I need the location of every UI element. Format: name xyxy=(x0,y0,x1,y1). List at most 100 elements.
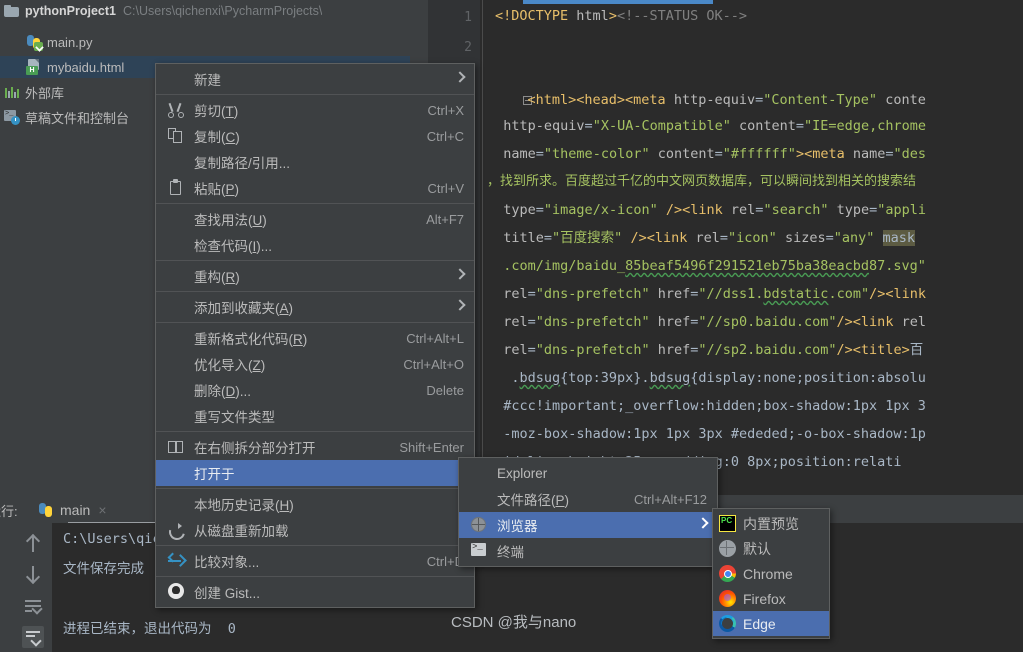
terminal-icon xyxy=(471,542,486,556)
context-menu[interactable]: 新建 剪切(T) Ctrl+X 复制(C) Ctrl+C 复制路径/引用... … xyxy=(155,63,475,608)
run-console-toolbar xyxy=(14,523,53,652)
github-icon xyxy=(168,583,184,599)
menu-item-create-gist[interactable]: 创建 Gist... xyxy=(156,579,474,605)
submenu-item-browser[interactable]: 浏览器 xyxy=(459,512,717,538)
submenu-item-file-path[interactable]: 文件路径(P) Ctrl+Alt+F12 xyxy=(459,486,717,512)
browser-item-firefox[interactable]: Firefox xyxy=(713,586,829,611)
submenu-open-in[interactable]: Explorer 文件路径(P) Ctrl+Alt+F12 浏览器 终端 xyxy=(458,457,718,567)
code-line: -moz-box-shadow:1px 1px 3px #ededed;-o-b… xyxy=(487,426,926,442)
menu-separator xyxy=(156,322,474,323)
edge-icon xyxy=(718,614,737,633)
menu-item-label: Edge xyxy=(743,615,776,632)
scroll-to-end-button[interactable] xyxy=(22,626,44,648)
menu-item-compare-with[interactable]: 比较对象... Ctrl+D xyxy=(156,548,474,574)
split-editor-icon xyxy=(168,439,184,455)
menu-item-label: 默认 xyxy=(743,540,771,557)
menu-item-label: Chrome xyxy=(743,565,793,582)
browser-item-builtin-preview[interactable]: 内置预览 xyxy=(713,511,829,536)
scroll-down-button[interactable] xyxy=(22,563,44,585)
menu-item-label: 比较对象... xyxy=(194,555,260,570)
menu-item-local-history[interactable]: 本地历史记录(H) xyxy=(156,491,474,517)
tree-item-label: main.py xyxy=(47,34,93,50)
menu-item-label: 重写文件类型 xyxy=(194,410,275,425)
menu-item-copy-path-reference[interactable]: 复制路径/引用... xyxy=(156,149,474,175)
menu-item-optimize-imports[interactable]: 优化导入(Z) Ctrl+Alt+O xyxy=(156,351,474,377)
menu-item-shortcut: Ctrl+Alt+O xyxy=(403,356,464,372)
menu-item-cut[interactable]: 剪切(T) Ctrl+X xyxy=(156,97,474,123)
menu-item-shortcut: Ctrl+C xyxy=(426,128,464,144)
chrome-icon xyxy=(719,565,736,582)
code-line: #ccc!important;_overflow:hidden;box-shad… xyxy=(487,398,926,414)
menu-item-override-file-type[interactable]: 重写文件类型 xyxy=(156,403,474,429)
menu-item-label: 创建 Gist... xyxy=(194,586,261,601)
menu-item-label: 添加到收藏夹(A) xyxy=(194,301,294,316)
firefox-icon xyxy=(719,590,736,607)
menu-item-copy[interactable]: 复制(C) Ctrl+C xyxy=(156,123,474,149)
menu-item-label: 删除(D)... xyxy=(194,384,252,399)
menu-item-reformat-code[interactable]: 重新格式化代码(R) Ctrl+Alt+L xyxy=(156,325,474,351)
menu-item-find-usages[interactable]: 查找用法(U) Alt+F7 xyxy=(156,206,474,232)
menu-item-new[interactable]: 新建 xyxy=(156,66,474,92)
code-line: ，找到所求。百度超过千亿的中文网页数据库，可以瞬间找到相关的搜索结 xyxy=(487,174,917,189)
tree-item-label: 草稿文件和控制台 xyxy=(25,110,130,126)
menu-item-label: 复制路径/引用... xyxy=(194,156,291,171)
menu-item-shortcut: Alt+F7 xyxy=(426,211,464,227)
menu-item-label: 重构(R) xyxy=(194,270,240,285)
folder-icon xyxy=(4,5,19,17)
compare-icon xyxy=(167,552,187,569)
browser-item-default[interactable]: 默认 xyxy=(713,536,829,561)
external-libraries-icon xyxy=(4,84,20,100)
menu-item-shortcut: Shift+Enter xyxy=(399,439,464,455)
browser-item-chrome[interactable]: Chrome xyxy=(713,561,829,586)
menu-item-label: Explorer xyxy=(497,465,548,481)
menu-item-shortcut: Delete xyxy=(426,382,464,398)
python-icon xyxy=(38,502,54,518)
code-line: type="image/x-icon" /><link rel="search"… xyxy=(487,202,927,218)
reload-icon xyxy=(168,522,184,538)
menu-item-open-in[interactable]: 打开于 xyxy=(156,460,474,486)
code-content[interactable]: <!DOCTYPE html><!--STATUS OK--> <html><h… xyxy=(482,0,1023,495)
menu-item-reload-from-disk[interactable]: 从磁盘重新加载 xyxy=(156,517,474,543)
run-tab-label: main xyxy=(60,502,91,518)
html-file-icon: H xyxy=(26,59,42,75)
default-browser-icon xyxy=(719,540,736,557)
highlighted-token: mask xyxy=(882,230,916,246)
menu-item-label: 复制(C) xyxy=(194,130,240,145)
menu-item-add-to-favorites[interactable]: 添加到收藏夹(A) xyxy=(156,294,474,320)
python-file-icon xyxy=(26,34,43,51)
menu-item-inspect-code[interactable]: 检查代码(I)... xyxy=(156,232,474,258)
code-line: rel="dns-prefetch" href="//sp0.baidu.com… xyxy=(487,314,926,330)
code-line: name="theme-color" content="#ffffff"><me… xyxy=(487,146,927,162)
menu-item-paste[interactable]: 粘贴(P) Ctrl+V xyxy=(156,175,474,201)
line-number: 2 xyxy=(464,40,472,55)
menu-item-label: 本地历史记录(H) xyxy=(194,498,294,513)
submenu-browser-list[interactable]: 内置预览 默认 Chrome Firefox Edge xyxy=(712,508,830,639)
menu-separator xyxy=(156,545,474,546)
project-name: pythonProject1 xyxy=(25,4,116,18)
run-tab-main[interactable]: main × xyxy=(38,499,107,521)
pycharm-window: pythonProject1 C:\Users\qichenxi\Pycharm… xyxy=(0,0,1023,652)
submenu-item-terminal[interactable]: 终端 xyxy=(459,538,717,564)
pycharm-builtin-preview-icon xyxy=(719,515,736,532)
console-line: 文件保存完成 xyxy=(63,561,144,577)
menu-item-shortcut: Ctrl+Alt+F12 xyxy=(634,491,707,507)
menu-separator xyxy=(156,488,474,489)
menu-separator xyxy=(156,291,474,292)
menu-item-delete[interactable]: 删除(D)... Delete xyxy=(156,377,474,403)
menu-item-split-right[interactable]: 在右侧拆分部分打开 Shift+Enter xyxy=(156,434,474,460)
copy-icon xyxy=(168,128,184,144)
code-line: <html><head><meta http-equiv="Content-Ty… xyxy=(527,92,926,108)
code-editor[interactable]: 1 2 <!DOCTYPE html><!--STATUS OK--> <htm… xyxy=(428,0,1023,495)
browser-item-edge[interactable]: Edge xyxy=(713,611,829,636)
close-icon[interactable]: × xyxy=(98,502,106,518)
menu-item-label: 浏览器 xyxy=(497,519,538,534)
tree-item-main-py[interactable]: main.py xyxy=(0,31,428,53)
soft-wrap-button[interactable] xyxy=(22,595,44,617)
project-root-row[interactable]: pythonProject1 C:\Users\qichenxi\Pycharm… xyxy=(0,0,428,22)
globe-icon xyxy=(471,517,486,532)
menu-separator xyxy=(156,576,474,577)
menu-item-refactor[interactable]: 重构(R) xyxy=(156,263,474,289)
code-line: <!DOCTYPE html><!--STATUS OK--> xyxy=(495,8,747,24)
scroll-up-button[interactable] xyxy=(22,533,44,555)
submenu-item-explorer[interactable]: Explorer xyxy=(459,460,717,486)
